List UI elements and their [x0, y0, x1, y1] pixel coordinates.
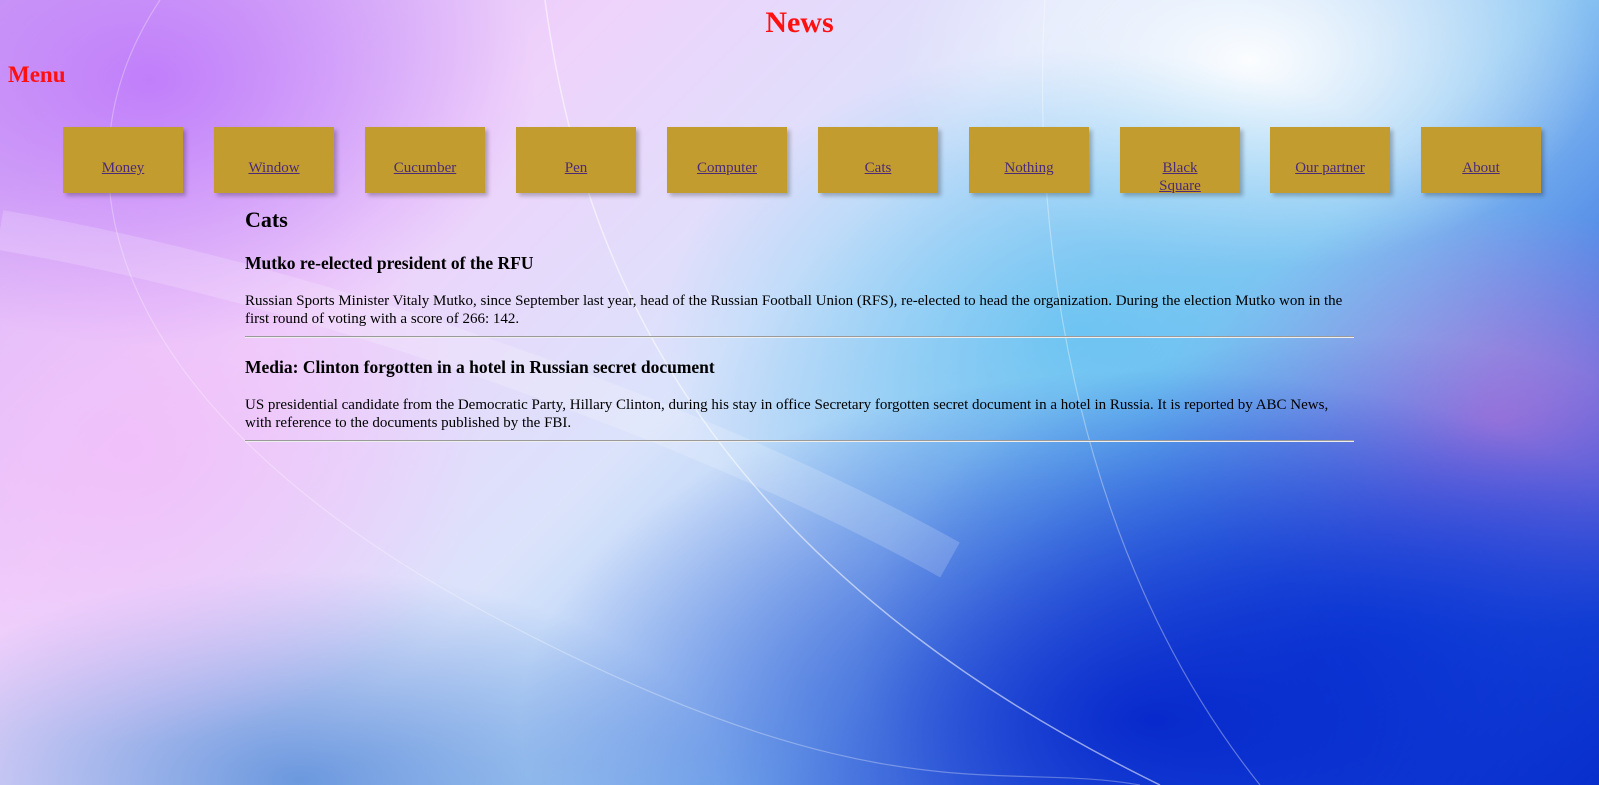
article-divider	[245, 336, 1354, 338]
nav-link-cucumber[interactable]: Cucumber	[389, 159, 461, 177]
article-title: Media: Clinton forgotten in a hotel in R…	[245, 357, 715, 377]
article-divider	[245, 440, 1354, 442]
nav-tile-money[interactable]: Money	[63, 127, 183, 193]
nav-link-black-square[interactable]: Black Square	[1144, 159, 1216, 193]
menu-heading: Menu	[8, 62, 66, 87]
nav-tile-cats[interactable]: Cats	[818, 127, 938, 193]
nav-link-nothing[interactable]: Nothing	[993, 159, 1065, 177]
nav-link-about[interactable]: About	[1445, 159, 1517, 177]
nav-link-cats[interactable]: Cats	[842, 159, 914, 177]
section-title: Cats	[245, 207, 288, 232]
news-article: Media: Clinton forgotten in a hotel in R…	[245, 356, 1354, 442]
nav-link-pen[interactable]: Pen	[540, 159, 612, 177]
nav-tile-computer[interactable]: Computer	[667, 127, 787, 193]
nav-link-window[interactable]: Window	[238, 159, 310, 177]
nav-tile-our-partner[interactable]: Our partner	[1270, 127, 1390, 193]
nav-tile-black-square[interactable]: Black Square	[1120, 127, 1240, 193]
nav-link-money[interactable]: Money	[87, 159, 159, 177]
main-navigation: Money Window Cucumber Pen Computer Cats …	[63, 127, 1543, 193]
nav-tile-nothing[interactable]: Nothing	[969, 127, 1089, 193]
article-title: Mutko re-elected president of the RFU	[245, 253, 534, 273]
main-content: Cats Mutko re-elected president of the R…	[245, 206, 1354, 460]
nav-tile-about[interactable]: About	[1421, 127, 1541, 193]
news-article: Mutko re-elected president of the RFU Ru…	[245, 252, 1354, 338]
nav-link-our-partner[interactable]: Our partner	[1294, 159, 1366, 177]
nav-tile-window[interactable]: Window	[214, 127, 334, 193]
page-title: News	[765, 6, 834, 39]
article-body: Russian Sports Minister Vitaly Mutko, si…	[245, 293, 1343, 327]
nav-tile-pen[interactable]: Pen	[516, 127, 636, 193]
article-body: US presidential candidate from the Democ…	[245, 397, 1329, 431]
nav-link-computer[interactable]: Computer	[691, 159, 763, 177]
nav-tile-cucumber[interactable]: Cucumber	[365, 127, 485, 193]
